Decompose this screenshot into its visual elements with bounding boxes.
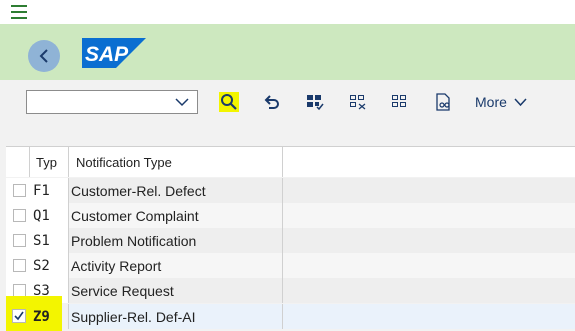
undo-button[interactable] [262,92,282,112]
row-filler [283,253,575,278]
detail-button[interactable] [390,92,410,112]
grid-detail-icon [392,95,406,107]
hamburger-icon[interactable] [11,5,27,19]
table-row[interactable]: F1 Customer-Rel. Defect [6,178,575,203]
header-notification-type[interactable]: Notification Type [69,147,283,177]
title-bar: SAP [0,24,575,80]
sap-logo: SAP [82,38,146,68]
row-checkbox[interactable] [13,234,26,247]
row-checkbox[interactable] [13,209,26,222]
magnifier-icon [221,94,237,110]
table-header: Typ Notification Type [6,146,575,177]
row-typ: F1 [30,178,69,203]
undo-arrow-icon [264,95,279,109]
row-typ: S2 [30,253,69,278]
row-notification-type: Problem Notification [69,228,283,253]
row-checkbox[interactable] [13,184,26,197]
row-filler [283,228,575,253]
menu-bar [0,0,575,24]
header-select-column[interactable] [6,147,30,177]
row-typ: Q1 [30,203,69,228]
row-notification-type: Customer Complaint [69,203,283,228]
row-notification-type: Activity Report [69,253,283,278]
row-checkbox[interactable] [13,259,26,272]
table-row[interactable]: S3 Service Request [6,278,575,303]
table-row-selected[interactable]: Z9 Supplier-Rel. Def-AI [6,304,575,329]
back-button[interactable] [28,40,60,72]
row-filler [283,278,575,303]
row-typ: Z9 [30,304,69,329]
header-typ[interactable]: Typ [30,147,69,177]
row-notification-type: Customer-Rel. Defect [69,178,283,203]
chevron-left-icon [39,49,48,63]
row-filler [283,178,575,203]
row-filler [283,203,575,228]
table-row[interactable]: S1 Problem Notification [6,228,575,253]
search-button[interactable] [219,92,239,112]
deselect-all-button[interactable] [348,92,368,112]
row-typ: S1 [30,228,69,253]
table-row[interactable]: Q1 Customer Complaint [6,203,575,228]
header-filler [283,147,575,177]
select-all-button[interactable] [305,92,325,112]
variant-select[interactable] [26,90,198,114]
document-button[interactable] [433,92,453,112]
grid-deselect-icon [350,95,366,110]
checkmark-icon[interactable] [12,309,26,323]
row-filler [283,304,575,329]
row-notification-type: Supplier-Rel. Def-AI [69,304,283,329]
chevron-down-icon[interactable] [514,98,527,107]
more-menu-button[interactable]: More [475,94,507,110]
document-glasses-icon [436,93,450,111]
grid-select-icon [307,95,324,111]
sap-logo-text: SAP [85,43,129,66]
toolbar: More [0,80,575,144]
chevron-down-icon [175,98,189,107]
row-notification-type: Service Request [69,278,283,303]
table-row[interactable]: S2 Activity Report [6,253,575,278]
notification-type-table: Typ Notification Type F1 Customer-Rel. D… [6,146,575,331]
